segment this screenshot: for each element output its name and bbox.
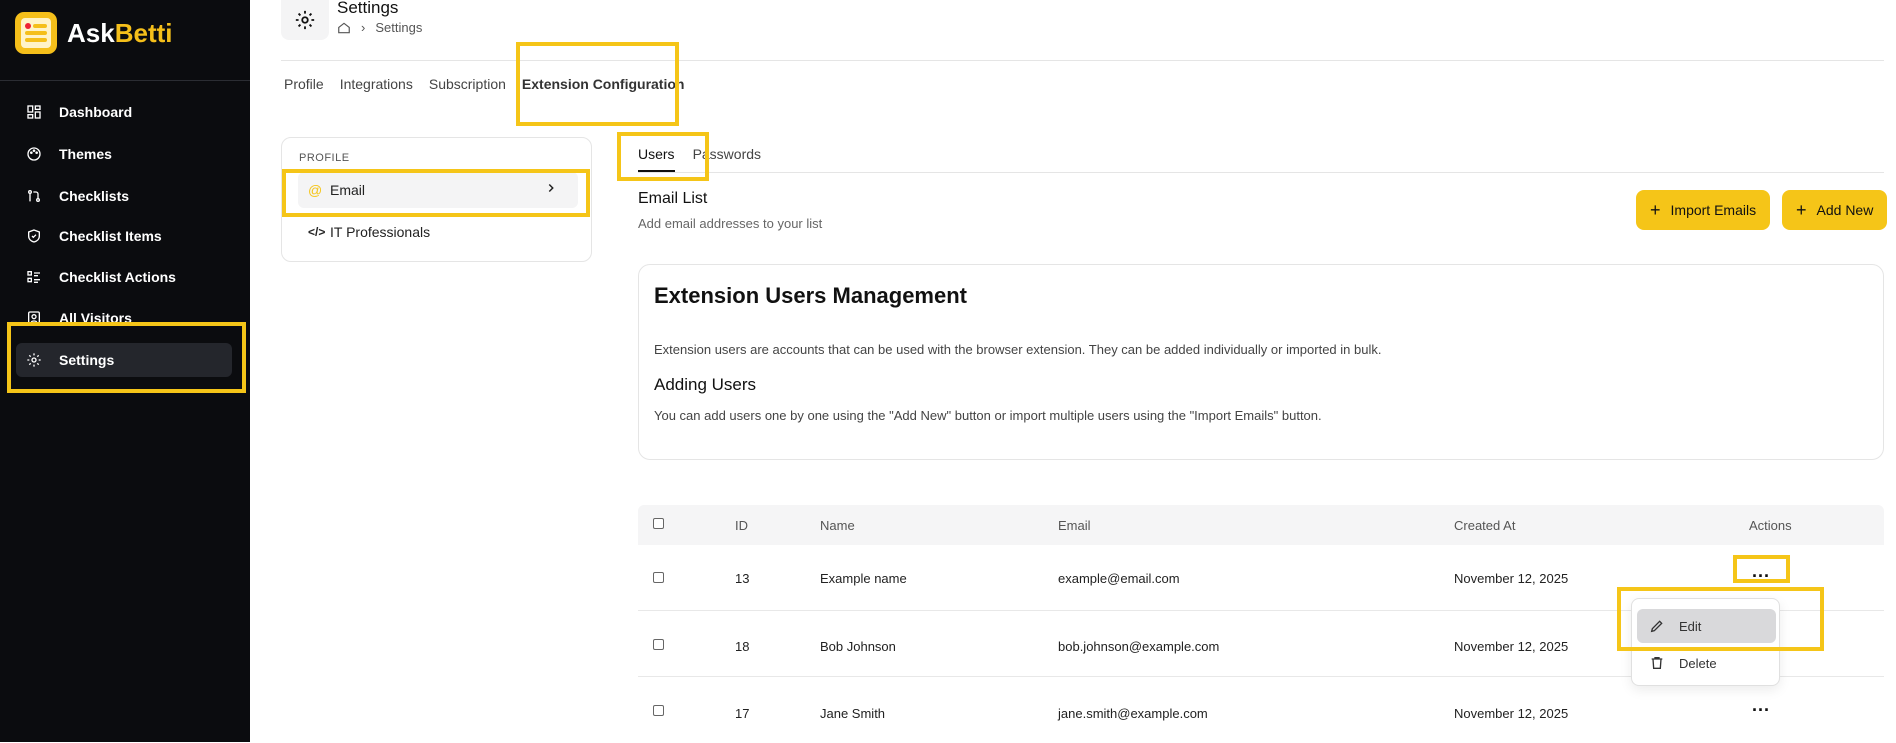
profile-item-label: Email xyxy=(330,182,366,198)
row-actions-menu: Edit Delete xyxy=(1631,598,1780,686)
sidebar-item-label: Themes xyxy=(59,146,112,162)
tab-subscription[interactable]: Subscription xyxy=(429,76,506,92)
chevron-right-icon: › xyxy=(361,20,366,35)
sidebar: AskBetti Dashboard Themes Checklists Che… xyxy=(0,0,250,742)
info-subheading: Adding Users xyxy=(654,375,757,394)
row-actions-button[interactable]: ... xyxy=(1752,695,1770,716)
sidebar-item-label: Dashboard xyxy=(59,104,133,120)
header-divider xyxy=(281,60,1884,61)
cell-id: 13 xyxy=(735,571,750,586)
cell-id: 18 xyxy=(735,639,750,654)
at-icon: @ xyxy=(308,182,323,198)
users-sub-tabs: Users Passwords xyxy=(638,146,761,172)
cell-email: example@email.com xyxy=(1058,571,1180,586)
sidebar-divider xyxy=(0,80,250,81)
select-all-checkbox[interactable] xyxy=(653,518,664,529)
cell-email: bob.johnson@example.com xyxy=(1058,639,1220,654)
sidebar-item-settings[interactable]: Settings xyxy=(16,343,232,377)
delete-menu-item[interactable]: Delete xyxy=(1637,646,1776,680)
list-icon xyxy=(27,271,40,283)
git-pull-icon xyxy=(28,190,40,202)
home-icon[interactable] xyxy=(337,21,351,35)
profile-item-label: IT Professionals xyxy=(330,224,431,240)
cell-created-at: November 12, 2025 xyxy=(1454,571,1569,586)
sidebar-item-all-visitors[interactable]: All Visitors xyxy=(16,301,232,335)
chevron-right-icon xyxy=(548,183,554,193)
cell-name: Example name xyxy=(820,571,907,586)
tab-passwords[interactable]: Passwords xyxy=(693,146,761,172)
cell-id: 17 xyxy=(735,706,750,721)
table-row[interactable]: 17 Jane Smith jane.smith@example.com Nov… xyxy=(638,677,1884,743)
app-logo[interactable]: AskBetti xyxy=(15,12,172,54)
sidebar-item-label: Checklists xyxy=(59,188,130,204)
sidebar-item-label: All Visitors xyxy=(59,310,132,326)
tab-integrations[interactable]: Integrations xyxy=(340,76,413,92)
gear-icon xyxy=(27,353,41,367)
tab-users[interactable]: Users xyxy=(638,146,675,172)
profile-section-label: PROFILE xyxy=(299,152,350,164)
profile-panel: PROFILE @ Email </> IT Professionals xyxy=(281,137,592,262)
import-emails-button[interactable]: + Import Emails xyxy=(1636,190,1771,230)
dashboard-icon xyxy=(27,105,41,119)
palette-icon xyxy=(27,147,41,161)
cell-email: jane.smith@example.com xyxy=(1058,706,1208,721)
cell-name: Bob Johnson xyxy=(820,639,896,654)
column-header-created-at: Created At xyxy=(1454,518,1516,533)
logo-icon xyxy=(15,12,57,54)
edit-label: Edit xyxy=(1679,618,1702,634)
sidebar-item-themes[interactable]: Themes xyxy=(16,137,232,171)
info-paragraph: You can add users one by one using the "… xyxy=(654,408,1322,423)
app-name: AskBetti xyxy=(67,17,173,48)
column-header-actions: Actions xyxy=(1749,518,1792,533)
plus-icon: + xyxy=(1650,199,1661,220)
column-header-name: Name xyxy=(820,518,855,533)
cell-created-at: November 12, 2025 xyxy=(1454,706,1569,721)
user-badge-icon xyxy=(28,311,40,325)
breadcrumb-current: Settings xyxy=(375,20,423,35)
profile-item-it-professionals[interactable]: </> IT Professionals xyxy=(298,214,578,250)
settings-tabs: Profile Integrations Subscription Extens… xyxy=(284,76,684,92)
sidebar-item-dashboard[interactable]: Dashboard xyxy=(16,95,232,129)
info-paragraph: Extension users are accounts that can be… xyxy=(654,342,1382,357)
profile-item-email[interactable]: @ Email xyxy=(298,172,578,208)
code-icon: </> xyxy=(308,225,326,239)
cell-name: Jane Smith xyxy=(820,706,886,721)
gear-icon xyxy=(295,10,315,30)
row-checkbox[interactable] xyxy=(653,572,664,583)
sidebar-item-checklist-actions[interactable]: Checklist Actions xyxy=(16,260,232,294)
trash-icon xyxy=(1651,657,1663,669)
settings-header-icon xyxy=(281,0,329,40)
sidebar-item-checklists[interactable]: Checklists xyxy=(16,179,232,213)
shield-check-icon xyxy=(28,229,40,243)
table-header: ID Name Email Created At Actions xyxy=(638,505,1884,545)
column-header-id: ID xyxy=(735,518,748,533)
import-emails-label: Import Emails xyxy=(1670,202,1757,218)
email-list-subtitle: Add email addresses to your list xyxy=(638,216,823,231)
sidebar-item-label: Checklist Items xyxy=(59,228,162,244)
email-list-title: Email List xyxy=(638,190,708,207)
sub-tabs-divider xyxy=(638,172,1884,173)
page-title: Settings xyxy=(337,0,399,17)
plus-icon: + xyxy=(1796,199,1807,220)
sidebar-item-label: Checklist Actions xyxy=(59,269,176,285)
info-card: Extension Users Management Extension use… xyxy=(638,264,1884,460)
row-checkbox[interactable] xyxy=(653,705,664,716)
row-actions-button[interactable]: ... xyxy=(1752,561,1770,582)
cell-created-at: November 12, 2025 xyxy=(1454,639,1569,654)
breadcrumb: › Settings xyxy=(337,20,422,35)
add-new-button[interactable]: + Add New xyxy=(1782,190,1888,230)
column-header-email: Email xyxy=(1058,518,1091,533)
tab-profile[interactable]: Profile xyxy=(284,76,324,92)
sidebar-item-checklist-items[interactable]: Checklist Items xyxy=(16,219,232,253)
row-checkbox[interactable] xyxy=(653,639,664,650)
tab-extension-configuration[interactable]: Extension Configuration xyxy=(522,76,685,92)
add-new-label: Add New xyxy=(1816,202,1874,218)
pencil-icon xyxy=(1650,620,1663,633)
edit-menu-item[interactable]: Edit xyxy=(1637,609,1776,643)
sidebar-item-label: Settings xyxy=(59,352,115,368)
delete-label: Delete xyxy=(1679,655,1717,671)
info-title: Extension Users Management xyxy=(654,283,967,308)
